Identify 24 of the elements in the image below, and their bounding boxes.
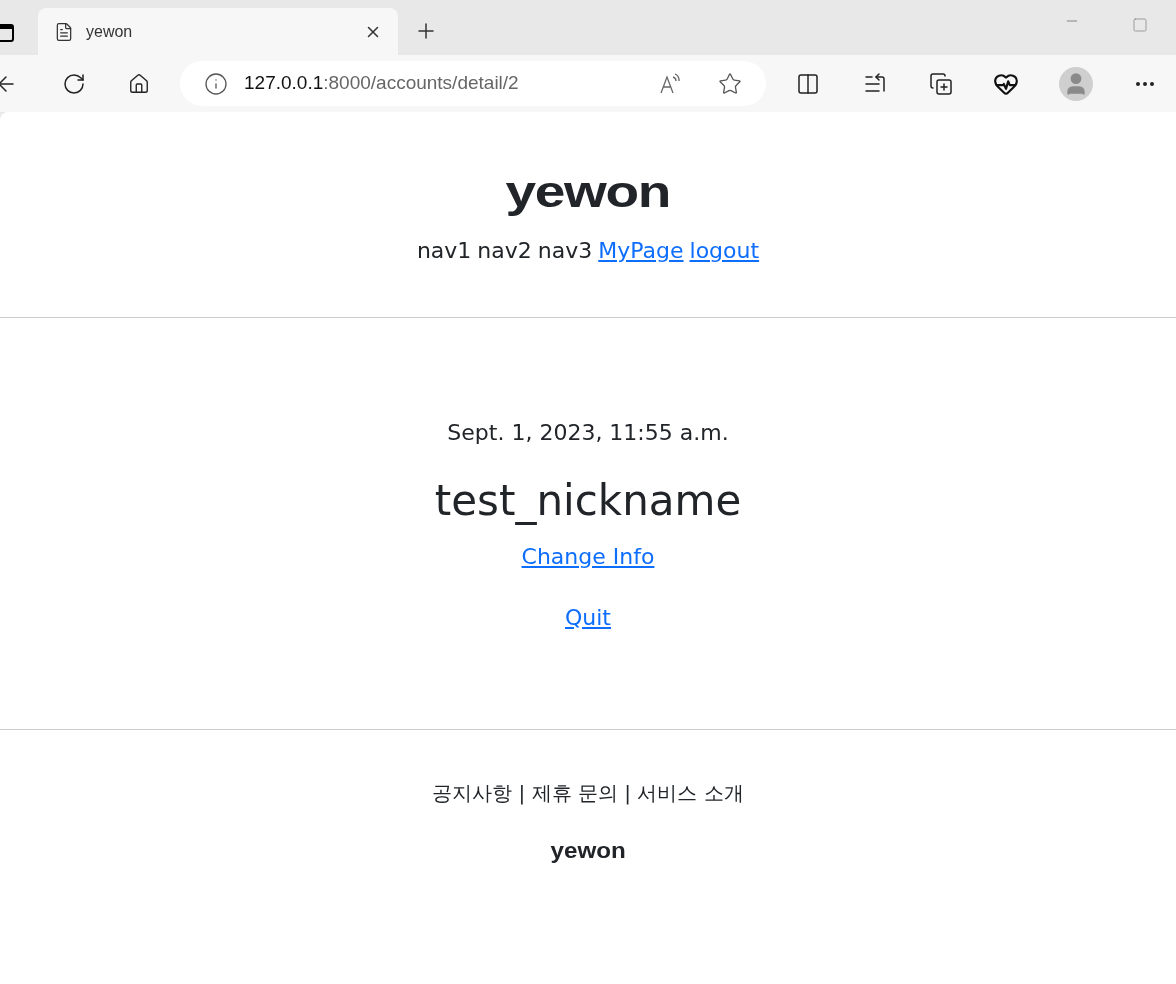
join-date: Sept. 1, 2023, 11:55 a.m.	[447, 419, 729, 447]
footer-links: 공지사항 | 제휴 문의 | 서비스 소개	[432, 780, 744, 807]
avatar-icon[interactable]	[1059, 66, 1093, 101]
profile-link[interactable]: Change Info	[521, 540, 655, 573]
nav-item[interactable]: nav1	[416, 234, 472, 267]
read-aloud-icon[interactable]	[658, 71, 682, 96]
split-screen-icon[interactable]	[796, 71, 820, 96]
nav-item[interactable]: nav2	[477, 234, 532, 267]
info-icon	[204, 71, 228, 96]
tab-title: yewon	[86, 21, 134, 42]
page-icon	[54, 21, 74, 42]
nav-link[interactable]: MyPage	[598, 234, 684, 267]
nickname: test_nickname	[434, 475, 742, 527]
footer-logo: yewon	[550, 837, 626, 865]
address-bar[interactable]: 127.0.0.1:8000/accounts/detail/2	[180, 61, 766, 106]
site-logo: yewon	[505, 170, 671, 214]
nav-link[interactable]: logout	[689, 234, 760, 267]
favorite-icon[interactable]	[718, 71, 742, 96]
collections-icon[interactable]	[929, 71, 953, 96]
reload-icon[interactable]	[62, 71, 86, 96]
nav-item[interactable]: nav3	[537, 234, 593, 267]
browser-tab[interactable]: yewon	[38, 8, 398, 55]
home-icon[interactable]	[128, 72, 150, 95]
profile-link[interactable]: Quit	[565, 601, 611, 634]
